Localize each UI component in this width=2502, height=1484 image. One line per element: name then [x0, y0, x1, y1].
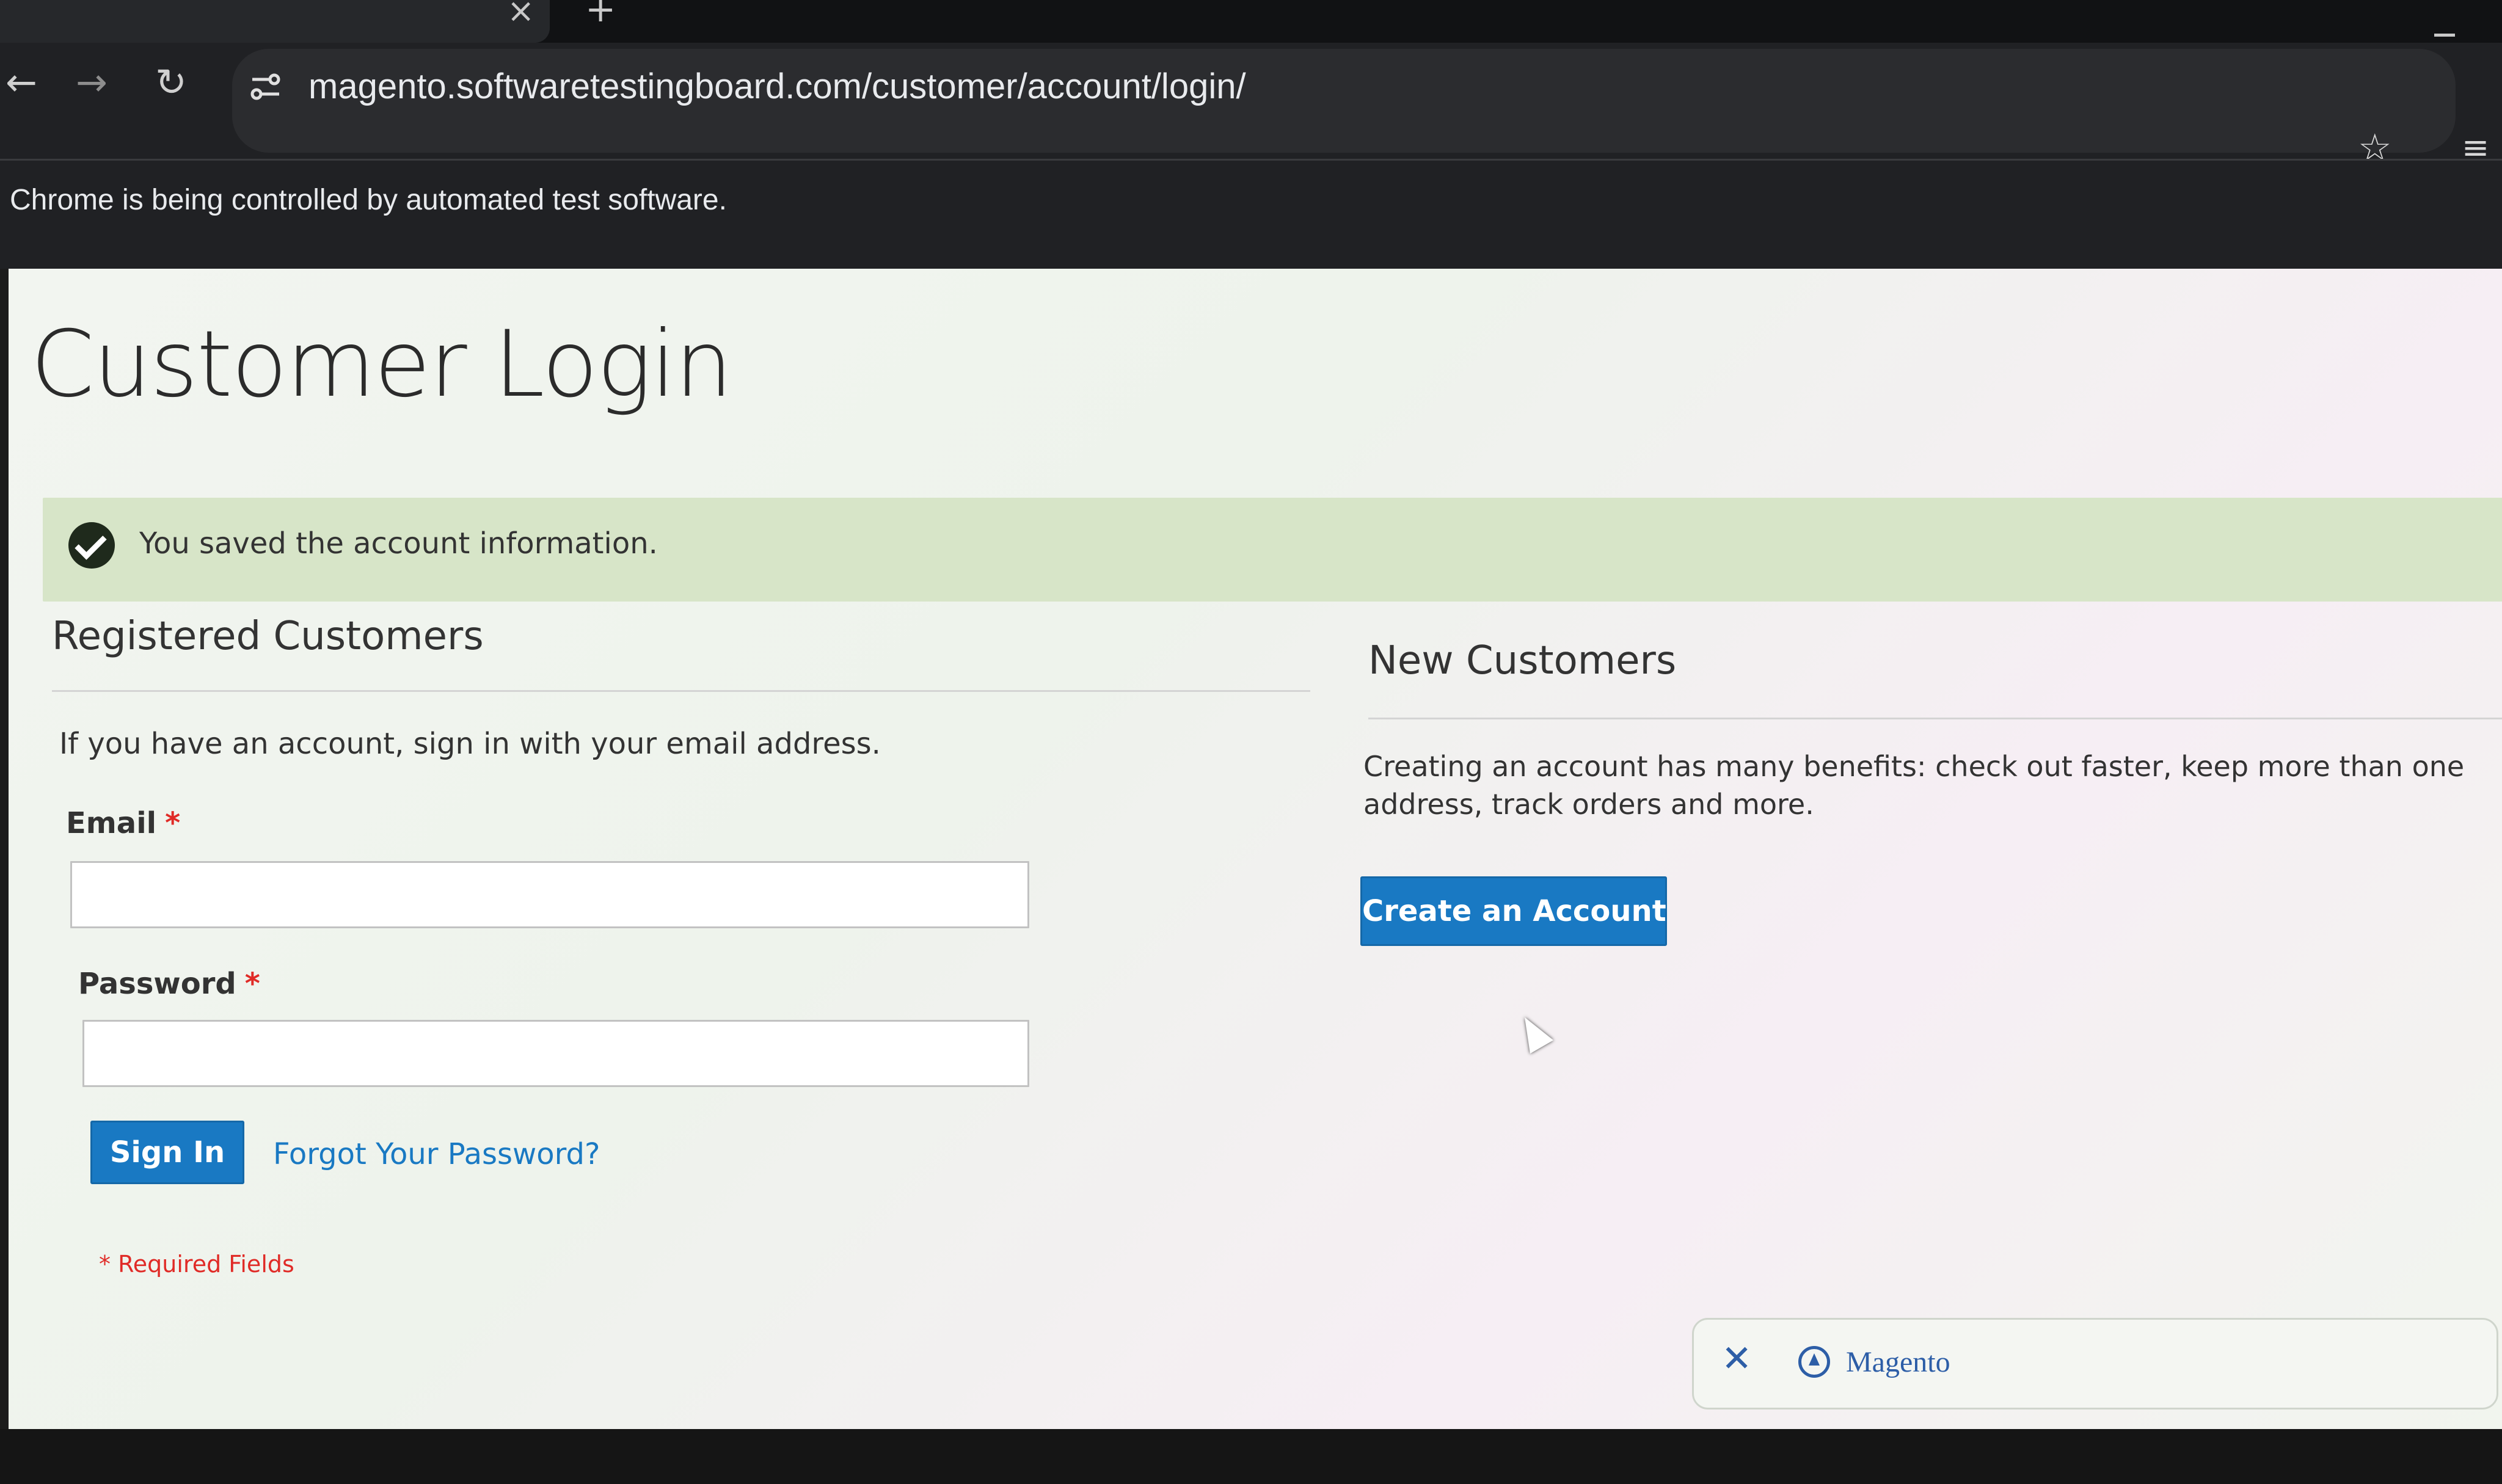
registered-customers-title: Registered Customers — [52, 614, 484, 659]
page-content — [0, 269, 2502, 1435]
required-marker: * — [244, 967, 260, 1001]
password-field[interactable] — [82, 1020, 1029, 1087]
tune-icon[interactable] — [247, 68, 284, 105]
required-marker: * — [165, 806, 181, 840]
success-message-text: You saved the account information. — [139, 526, 658, 561]
screen-bezel-bottom — [0, 1429, 2502, 1484]
close-icon[interactable]: × — [507, 0, 534, 30]
minimize-icon[interactable] — [2434, 34, 2455, 37]
registered-intro: If you have an account, sign in with you… — [59, 727, 881, 761]
required-fields-note: * Required Fields — [99, 1251, 294, 1278]
divider — [52, 690, 1310, 692]
automation-infobar — [0, 159, 2502, 281]
extension-label[interactable]: Magento — [1846, 1345, 1950, 1379]
forgot-password-link[interactable]: Forgot Your Password? — [273, 1137, 600, 1171]
automation-notice: Chrome is being controlled by automated … — [10, 184, 727, 216]
divider — [1368, 718, 2502, 719]
check-circle-icon — [68, 522, 115, 569]
sign-in-button[interactable]: Sign In — [90, 1121, 244, 1184]
url-text[interactable]: magento.softwaretestingboard.com/custome… — [308, 66, 1246, 107]
arrow-right-icon[interactable]: → — [70, 61, 113, 104]
close-icon[interactable]: ✕ — [1721, 1337, 1752, 1380]
email-field[interactable] — [70, 861, 1029, 928]
email-label-text: Email — [66, 806, 157, 840]
create-account-button[interactable]: Create an Account — [1360, 876, 1667, 946]
arrow-left-icon[interactable]: ← — [0, 61, 43, 104]
password-label-text: Password — [78, 967, 236, 1001]
active-tab[interactable]: × — [0, 0, 550, 43]
new-customers-title: New Customers — [1368, 638, 1677, 683]
email-label: Email * — [66, 806, 180, 840]
page-title: Customer Login — [31, 311, 733, 418]
reload-icon[interactable]: ↻ — [150, 61, 192, 104]
upload-circle-icon — [1798, 1346, 1830, 1378]
new-customers-intro: Creating an account has many benefits: c… — [1363, 750, 2465, 821]
plus-icon[interactable]: + — [585, 0, 616, 31]
password-label: Password * — [78, 967, 260, 1001]
screen-bezel-left — [0, 269, 9, 1435]
